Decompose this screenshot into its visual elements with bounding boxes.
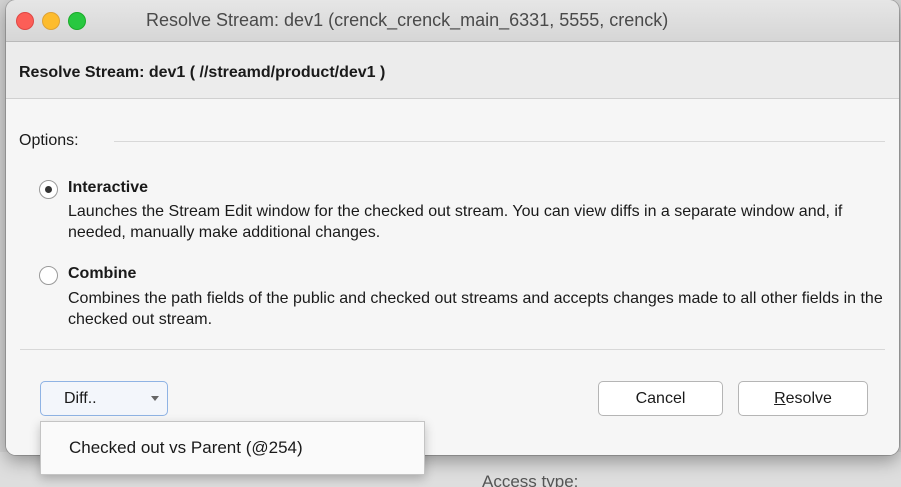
resolve-button-mnemonic: R xyxy=(774,390,786,407)
options-label: Options: xyxy=(19,132,79,149)
cancel-button-label: Cancel xyxy=(635,390,686,407)
diff-dropdown-button[interactable]: Diff.. xyxy=(40,381,168,416)
cancel-button[interactable]: Cancel xyxy=(598,381,723,416)
access-type-label: Access type: xyxy=(482,472,579,487)
interactive-option-description: Launches the Stream Edit window for the … xyxy=(68,203,843,241)
dialog-content: Resolve Stream: dev1 ( //streamd/product… xyxy=(6,42,899,455)
combine-option-description: Combines the path fields of the public a… xyxy=(68,290,883,328)
menu-item-checked-out-vs-parent[interactable]: Checked out vs Parent (@254) xyxy=(69,438,303,458)
combine-radio[interactable] xyxy=(39,266,58,285)
options-divider xyxy=(114,141,885,142)
resolve-button[interactable]: Resolve xyxy=(738,381,868,416)
window-title: Resolve Stream: dev1 (crenck_crenck_main… xyxy=(146,10,669,30)
diff-button-label: Diff.. xyxy=(64,390,97,407)
chevron-down-icon xyxy=(151,396,159,401)
footer-divider xyxy=(20,349,885,350)
interactive-option-title[interactable]: Interactive xyxy=(68,179,148,197)
interactive-radio[interactable] xyxy=(39,180,58,199)
resolve-button-label: esolve xyxy=(785,390,832,407)
combine-option-title[interactable]: Combine xyxy=(68,265,136,283)
resolve-stream-dialog: Resolve Stream: dev1 (crenck_crenck_main… xyxy=(6,0,899,455)
diff-dropdown-menu: Checked out vs Parent (@254) xyxy=(40,421,425,475)
zoom-window-button[interactable] xyxy=(68,12,86,30)
close-window-button[interactable] xyxy=(16,12,34,30)
dialog-heading: Resolve Stream: dev1 ( //streamd/product… xyxy=(19,64,386,81)
minimize-window-button[interactable] xyxy=(42,12,60,30)
title-bar: Resolve Stream: dev1 (crenck_crenck_main… xyxy=(6,0,899,42)
